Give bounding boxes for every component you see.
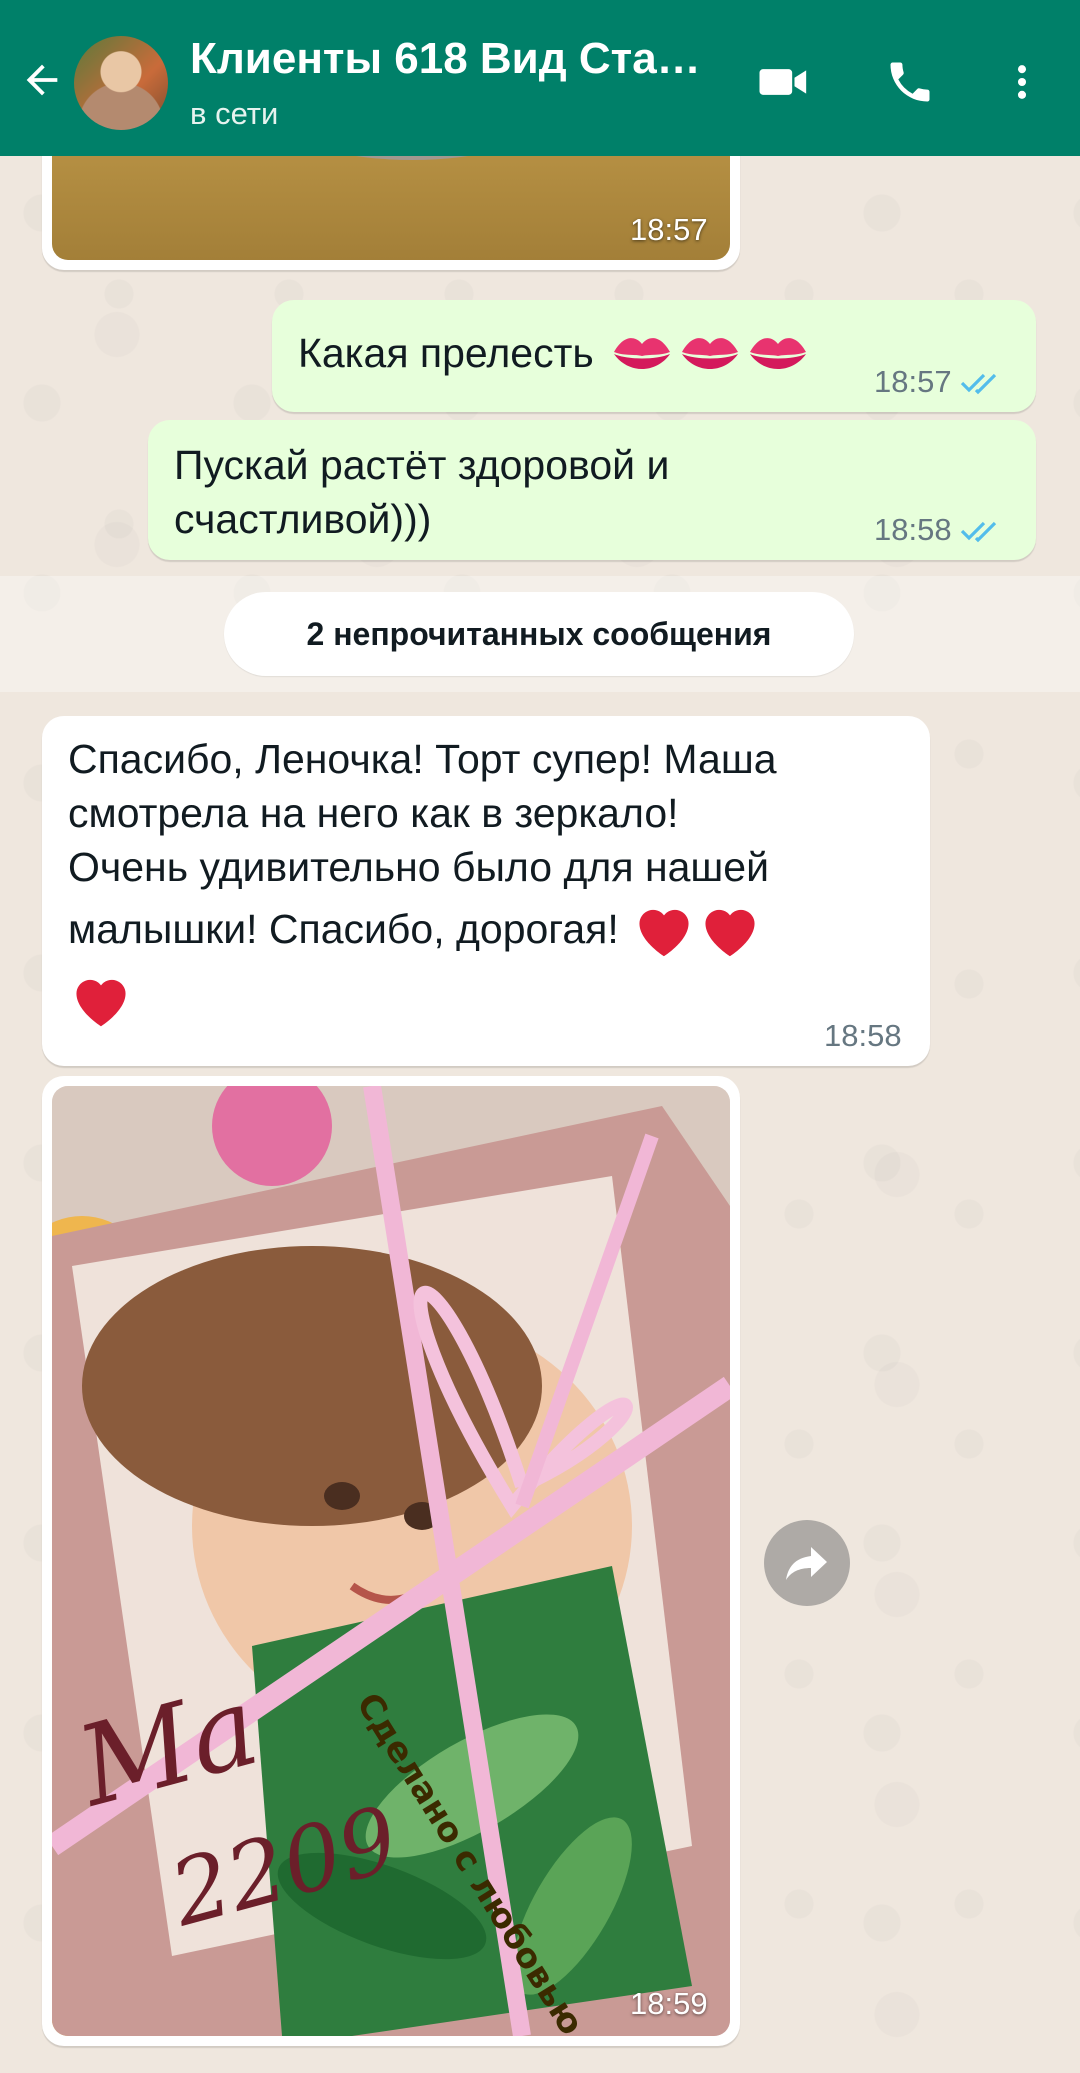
message-line: смотрела на него как в зеркало!: [68, 790, 679, 836]
message-text: Какая прелесть: [298, 326, 810, 380]
forward-icon: [786, 1547, 827, 1580]
message-time: 18:58: [874, 512, 952, 547]
message-meta: 18:57: [874, 364, 1004, 400]
double-check-icon: [960, 521, 996, 543]
arrow-left-icon: [26, 64, 58, 96]
message-line: Спасибо, Леночка! Торт супер! Маша: [68, 736, 777, 782]
chat-title[interactable]: Клиенты 618 Вид Ста…: [190, 34, 710, 84]
back-button[interactable]: [16, 54, 68, 106]
message-line: малышки! Спасибо, дорогая!: [68, 906, 619, 952]
double-check-icon: [960, 373, 996, 395]
media-time: 18:57: [630, 212, 708, 247]
phone-icon: [890, 62, 930, 102]
chat-header: Клиенты 618 Вид Ста… в сети: [0, 0, 1080, 156]
message-line-emoji: [68, 964, 777, 1034]
message-time: 18:58: [824, 1018, 902, 1053]
incoming-message[interactable]: Спасибо, Леночка! Торт супер! Маша смотр…: [42, 716, 930, 1066]
message-time: 18:57: [874, 364, 952, 399]
message-text: Спасибо, Леночка! Торт супер! Маша смотр…: [68, 732, 777, 1034]
photo-thumbnail[interactable]: Ma 2209 Сделано с любовью: [52, 1086, 730, 2036]
photo-message[interactable]: Ma 2209 Сделано с любовью 18:59: [42, 1076, 740, 2046]
contact-status: в сети: [190, 96, 279, 131]
outgoing-message[interactable]: Пускай растёт здоровой и счастливой))) 1…: [148, 420, 1036, 560]
heart-icon: [639, 909, 689, 957]
video-camera-icon: [759, 69, 807, 95]
message-line: Очень удивительно было для нашей: [68, 844, 769, 890]
message-text-body: Какая прелесть: [298, 330, 594, 376]
more-vertical-icon: [1017, 65, 1027, 99]
lips-emoji-row: [610, 328, 810, 378]
media-time: 18:59: [630, 1986, 708, 2021]
outgoing-message[interactable]: Какая прелесть 18:57: [272, 300, 1036, 412]
contact-avatar[interactable]: [74, 36, 168, 130]
kiss-mark-icon: [681, 338, 738, 369]
forward-button[interactable]: [764, 1520, 850, 1606]
message-text: Пускай растёт здоровой и счастливой))): [174, 438, 669, 546]
message-meta: 18:58: [824, 1018, 902, 1054]
kiss-mark-icon: [613, 338, 670, 369]
message-line: Пускай растёт здоровой и: [174, 442, 670, 488]
unread-messages-badge: 2 непрочитанных сообщения: [224, 592, 854, 676]
message-line: счастливой))): [174, 496, 432, 542]
heart-icon: [705, 909, 755, 957]
message-line-with-emoji: малышки! Спасибо, дорогая!: [68, 894, 777, 964]
more-options-button[interactable]: [990, 50, 1054, 114]
message-meta: 18:58: [874, 512, 1004, 548]
kiss-mark-icon: [749, 338, 806, 369]
heart-icon: [76, 979, 126, 1027]
voice-call-button[interactable]: [878, 50, 942, 114]
video-call-button[interactable]: [752, 50, 816, 114]
photo-image: Ma 2209: [52, 1086, 730, 2036]
